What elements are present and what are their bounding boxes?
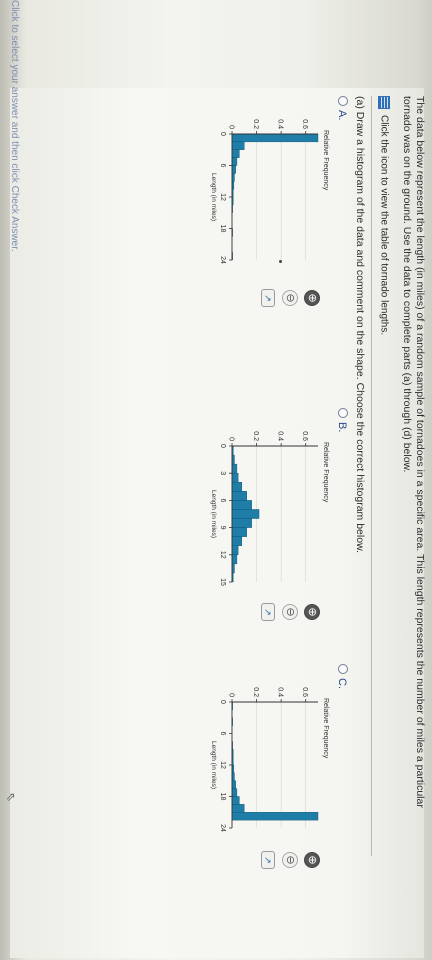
histogram-bar bbox=[231, 500, 252, 510]
question-text: (a) Draw a histogram of the data and com… bbox=[354, 96, 366, 553]
expand-icon[interactable]: ↗ bbox=[261, 603, 275, 621]
y-tick-label: 0.2 bbox=[252, 119, 259, 129]
histogram-bar bbox=[231, 473, 239, 483]
histogram-bar bbox=[231, 812, 319, 821]
histogram-bar bbox=[231, 491, 247, 501]
x-tick-label: 0 bbox=[219, 132, 226, 136]
x-tick-label: 3 bbox=[219, 471, 226, 475]
option-b-label[interactable]: B. bbox=[336, 422, 348, 432]
x-tick-label: 15 bbox=[219, 578, 226, 586]
zoom-out-icon[interactable]: ⊖ bbox=[282, 852, 298, 868]
y-axis-label: Relative Frequency bbox=[322, 442, 329, 503]
x-axis-label: Length (in miles) bbox=[210, 490, 217, 538]
histogram-bar bbox=[231, 554, 238, 565]
y-tick-label: 0 bbox=[228, 693, 235, 697]
zoom-in-icon[interactable]: ⊕ bbox=[304, 604, 320, 620]
histogram-bar bbox=[231, 780, 236, 789]
x-tick-label: 24 bbox=[219, 824, 226, 832]
histogram-bar bbox=[231, 518, 252, 528]
zoom-in-icon[interactable]: ⊕ bbox=[304, 852, 320, 868]
x-tick-label: 0 bbox=[219, 444, 226, 448]
y-tick-label: 0.2 bbox=[252, 431, 259, 441]
x-tick-label: 12 bbox=[219, 551, 226, 559]
x-tick-label: 9 bbox=[219, 526, 226, 530]
table-icon[interactable] bbox=[378, 96, 390, 109]
x-tick-label: 6 bbox=[219, 732, 226, 736]
y-tick-label: 0.4 bbox=[277, 687, 284, 697]
x-axis-label: Length (in miles) bbox=[210, 173, 217, 221]
y-tick-label: 0.6 bbox=[301, 431, 308, 441]
y-tick-label: 0.4 bbox=[277, 119, 284, 129]
x-tick-label: 24 bbox=[219, 256, 226, 264]
histogram-bar bbox=[231, 796, 240, 805]
x-tick-label: 6 bbox=[219, 164, 226, 168]
y-tick-label: 0 bbox=[228, 437, 235, 441]
histogram-bar bbox=[231, 788, 238, 797]
option-c-label[interactable]: C. bbox=[336, 678, 348, 689]
histogram-bar bbox=[231, 804, 245, 813]
x-tick-label: 12 bbox=[219, 761, 226, 769]
y-tick-label: 0.6 bbox=[301, 119, 308, 129]
zoom-out-icon[interactable]: ⊖ bbox=[282, 604, 298, 620]
table-link-text[interactable]: Click the icon to view the table of torn… bbox=[378, 115, 389, 335]
table-link-row[interactable]: Click the icon to view the table of torn… bbox=[378, 96, 390, 335]
option-b[interactable]: B. bbox=[336, 408, 348, 432]
histogram-a: Relative Frequency 0 0.2 0.4 0.6 0 6 12 18 24 Leng… bbox=[210, 119, 329, 264]
option-a[interactable]: A. bbox=[336, 96, 348, 120]
y-tick-label: 0 bbox=[228, 125, 235, 129]
expand-icon[interactable]: ↗ bbox=[261, 851, 275, 869]
intro-text: The data below represent the length (in … bbox=[401, 96, 426, 808]
histogram-bar bbox=[231, 149, 240, 158]
x-tick-label: 18 bbox=[219, 793, 226, 801]
histogram-bar bbox=[231, 165, 236, 174]
histogram-bar bbox=[231, 527, 247, 537]
pointer-icon: ⇖ bbox=[4, 792, 18, 803]
option-c-radio[interactable] bbox=[338, 664, 348, 674]
expand-icon[interactable]: ↗ bbox=[261, 289, 275, 307]
histogram-bar bbox=[231, 157, 238, 166]
histogram-bar bbox=[231, 536, 243, 546]
divider bbox=[371, 96, 372, 856]
histogram-bar bbox=[231, 545, 239, 555]
y-tick-label: 0.2 bbox=[252, 687, 259, 697]
x-tick-label: 12 bbox=[219, 193, 226, 201]
y-axis-label: Relative Frequency bbox=[322, 130, 329, 191]
histogram-bar bbox=[231, 141, 245, 150]
histogram-bar bbox=[231, 133, 319, 143]
x-tick-label: 18 bbox=[219, 225, 226, 233]
option-c[interactable]: C. bbox=[336, 664, 348, 689]
y-tick-label: 0.4 bbox=[277, 431, 284, 441]
histogram-b: Relative Frequency 0 0.2 0.4 0.6 0 3 6 9 12 15 Leng… bbox=[210, 431, 329, 586]
zoom-in-icon[interactable]: ⊕ bbox=[304, 290, 320, 306]
footer-instructions: Click to select your answer and then cli… bbox=[9, 0, 20, 252]
option-b-radio[interactable] bbox=[338, 408, 348, 418]
x-axis-label: Length (in miles) bbox=[210, 741, 217, 789]
histogram-bar bbox=[231, 509, 260, 519]
x-tick-label: 6 bbox=[219, 498, 226, 502]
y-axis-label: Relative Frequency bbox=[322, 698, 329, 759]
x-tick-label: 0 bbox=[219, 700, 226, 704]
histogram-bar bbox=[231, 482, 243, 492]
histogram-bar bbox=[231, 463, 238, 474]
zoom-out-icon[interactable]: ⊖ bbox=[282, 290, 298, 306]
question-page: The data below represent the length (in … bbox=[0, 0, 432, 960]
option-a-label[interactable]: A. bbox=[336, 110, 348, 120]
histogram-c: Relative Frequency 0 0.2 0.4 0.6 0 6 12 18 24 Leng… bbox=[210, 687, 329, 832]
stray-dot bbox=[279, 260, 282, 263]
y-tick-label: 0.6 bbox=[301, 687, 308, 697]
option-a-radio[interactable] bbox=[338, 96, 348, 106]
